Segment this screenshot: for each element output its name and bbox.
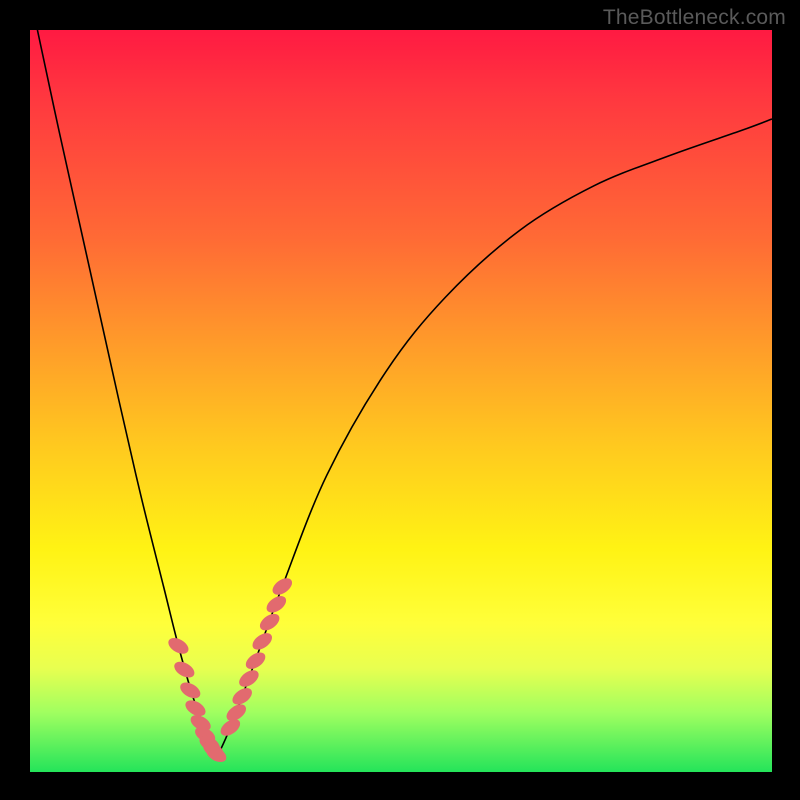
chart-frame: TheBottleneck.com bbox=[0, 0, 800, 800]
watermark-text: TheBottleneck.com bbox=[603, 6, 786, 30]
bead-cluster-left bbox=[166, 635, 229, 766]
curve-right-arm bbox=[218, 119, 772, 756]
curve-left-arm bbox=[37, 30, 217, 756]
plot-area bbox=[30, 30, 772, 772]
bead-cluster-right bbox=[218, 575, 295, 739]
curve-layer bbox=[30, 30, 772, 772]
